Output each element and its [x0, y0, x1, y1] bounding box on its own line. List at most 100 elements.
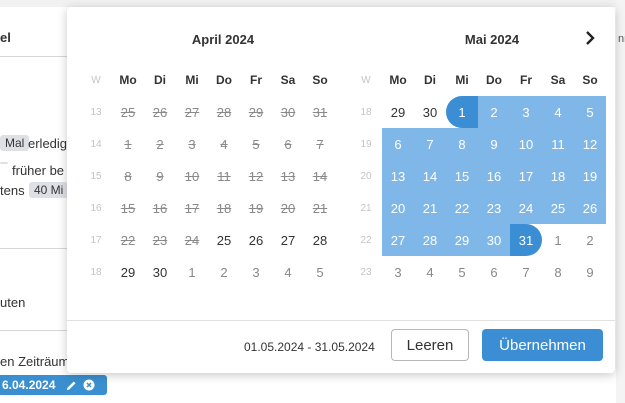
calendar-day[interactable]: 30: [144, 256, 176, 288]
background-text: en Zeiträum: [0, 354, 70, 369]
background-text: früher be: [12, 163, 65, 178]
range-start-day[interactable]: 1: [446, 96, 478, 128]
calendar-day[interactable]: 22: [446, 192, 478, 224]
calendar-day[interactable]: 4: [272, 256, 304, 288]
chevron-right-icon[interactable]: [582, 30, 598, 46]
calendar-day[interactable]: 5: [304, 256, 336, 288]
week-number: 14: [90, 138, 102, 150]
calendar-day[interactable]: 26: [574, 192, 606, 224]
calendar-day: 26: [152, 104, 168, 120]
calendar-day: 2: [156, 136, 164, 152]
calendar-day[interactable]: 29: [382, 96, 414, 128]
calendar-day[interactable]: 6: [478, 256, 510, 288]
calendar-day: 12: [248, 168, 264, 184]
calendar-day[interactable]: 18: [542, 160, 574, 192]
background-side-strip: [616, 0, 625, 403]
range-end-day[interactable]: 31: [510, 224, 542, 256]
calendar-day[interactable]: 28: [304, 224, 336, 256]
calendar-day[interactable]: 3: [382, 256, 414, 288]
calendar-day: 9: [156, 168, 164, 184]
calendar-day[interactable]: 29: [446, 224, 478, 256]
background-tag: Mal: [0, 135, 30, 151]
calendar-day[interactable]: 8: [446, 128, 478, 160]
footer-divider: [67, 320, 615, 321]
calendar-day[interactable]: 9: [478, 128, 510, 160]
calendar-day[interactable]: 29: [112, 256, 144, 288]
weekday-header: Mi: [455, 73, 469, 87]
week-number: 16: [90, 202, 102, 214]
calendar-day[interactable]: 28: [414, 224, 446, 256]
calendar-day[interactable]: 19: [574, 160, 606, 192]
calendar-day: 28: [216, 104, 232, 120]
calendar-day[interactable]: 1: [542, 224, 574, 256]
calendar-day: 11: [217, 168, 231, 184]
calendar-day: 10: [184, 168, 200, 184]
background-column-header-right: nn: [618, 33, 625, 45]
calendar-day: 25: [120, 104, 136, 120]
calendar-day[interactable]: 23: [478, 192, 510, 224]
right-month-title: Mai 2024: [464, 32, 520, 47]
calendar-day[interactable]: 14: [414, 160, 446, 192]
calendar-day: 8: [124, 168, 132, 184]
calendar-day[interactable]: 21: [414, 192, 446, 224]
close-circle-icon[interactable]: [82, 378, 96, 392]
calendar-day: 19: [248, 200, 264, 216]
calendar-day[interactable]: 17: [510, 160, 542, 192]
background-divider: [0, 330, 67, 331]
calendar-day[interactable]: 10: [510, 128, 542, 160]
calendar-day: 1: [124, 136, 132, 152]
calendar-day[interactable]: 2: [574, 224, 606, 256]
pencil-icon[interactable]: [64, 378, 78, 392]
week-number: 17: [90, 234, 102, 246]
date-filter-chip[interactable]: 6.04.2024: [0, 375, 107, 395]
calendar-day: 7: [316, 136, 324, 152]
calendar-day[interactable]: 30: [414, 96, 446, 128]
calendar-day[interactable]: 16: [478, 160, 510, 192]
calendar-day[interactable]: 4: [414, 256, 446, 288]
calendar-day[interactable]: 12: [574, 128, 606, 160]
calendar-day[interactable]: 26: [240, 224, 272, 256]
calendar-day[interactable]: 4: [542, 96, 574, 128]
calendar-day[interactable]: 27: [272, 224, 304, 256]
calendar-day: 21: [312, 200, 328, 216]
background-text: tens: [0, 183, 25, 198]
background-column-header: el: [0, 30, 11, 45]
calendar-day[interactable]: 7: [510, 256, 542, 288]
week-number: 13: [90, 106, 102, 118]
clear-button[interactable]: Leeren: [391, 329, 469, 361]
calendar-day[interactable]: 8: [542, 256, 574, 288]
calendar-day[interactable]: 25: [542, 192, 574, 224]
calendar-day[interactable]: 11: [542, 128, 574, 160]
calendar-day: 31: [312, 104, 328, 120]
calendar-day[interactable]: 25: [208, 224, 240, 256]
calendar-day: 13: [280, 168, 296, 184]
background-tag: 40 Mi: [29, 182, 69, 198]
apply-button[interactable]: Übernehmen: [482, 329, 603, 361]
week-header: W: [361, 74, 371, 86]
calendar-day: 18: [216, 200, 232, 216]
calendar-day[interactable]: 9: [574, 256, 606, 288]
calendar-day[interactable]: 5: [446, 256, 478, 288]
calendar-day[interactable]: 3: [240, 256, 272, 288]
calendar-day[interactable]: 5: [574, 96, 606, 128]
weekday-header: Do: [216, 73, 232, 87]
calendar-day[interactable]: 24: [510, 192, 542, 224]
calendar-day[interactable]: 2: [478, 96, 510, 128]
calendar-day[interactable]: 13: [382, 160, 414, 192]
calendar-day[interactable]: 15: [446, 160, 478, 192]
calendar-day[interactable]: 6: [382, 128, 414, 160]
calendar-day[interactable]: 7: [414, 128, 446, 160]
calendar-day[interactable]: 27: [382, 224, 414, 256]
calendar-day[interactable]: 30: [478, 224, 510, 256]
week-number: 22: [360, 234, 372, 246]
calendar-day[interactable]: 20: [382, 192, 414, 224]
calendar-day: 6: [284, 136, 292, 152]
calendar-day[interactable]: 2: [208, 256, 240, 288]
calendar-day[interactable]: 1: [176, 256, 208, 288]
week-header: W: [91, 74, 101, 86]
calendar-day[interactable]: 3: [510, 96, 542, 128]
weekday-header: Di: [424, 73, 436, 87]
date-range-picker: April 2024 Mai 2024 W Mo Di Mi Do Fr Sa So 13 25 2…: [67, 7, 615, 373]
calendar-day: 14: [312, 168, 328, 184]
background-divider: [0, 248, 67, 249]
